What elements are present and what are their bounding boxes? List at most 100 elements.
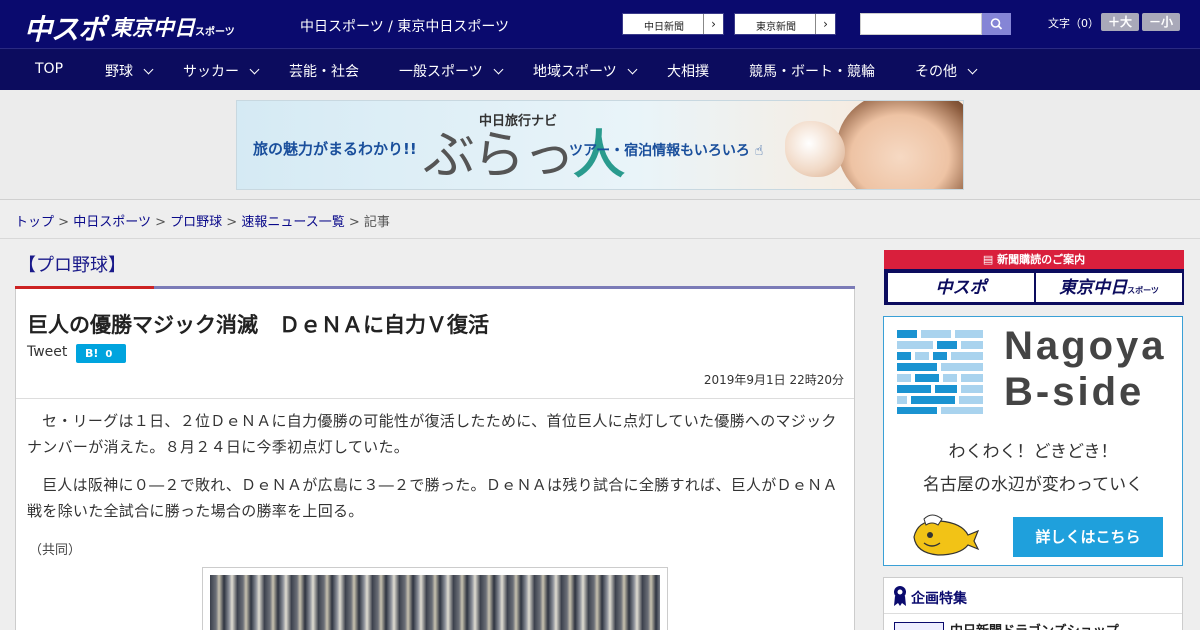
nav-other[interactable]: その他 bbox=[915, 61, 978, 81]
hatena-bookmark-button[interactable]: B! 0 bbox=[76, 344, 126, 363]
subscribe-chuspo-link[interactable]: 中スポ bbox=[888, 273, 1034, 302]
nagoya-copy-1: わくわく！どきどき！ bbox=[948, 442, 1118, 462]
ext-link-label: 中日新聞 bbox=[644, 22, 684, 33]
feature-item-dragons-shop[interactable]: 中日新聞ドラゴンズショップ bbox=[950, 620, 1119, 630]
nav-label: 競馬・ボート・競輪 bbox=[749, 64, 875, 80]
chuspo-logo[interactable]: 中スポ bbox=[24, 8, 106, 48]
feature-box: 企画特集 中日新聞ドラゴンズショップ bbox=[883, 577, 1183, 630]
article-credit: （共同） bbox=[29, 543, 82, 558]
nav-label: 野球 bbox=[105, 64, 133, 80]
tokyo-logo-text: 東京中日 bbox=[111, 17, 195, 40]
banner-left-copy: 旅の魅力がまるわかり!! bbox=[253, 140, 417, 158]
article-divider bbox=[16, 398, 854, 399]
travel-ad-banner[interactable]: 旅の魅力がまるわかり!! 中日旅行ナビ ぶらっ人 ツアー・宿泊情報もいろいろ ☝ bbox=[236, 100, 964, 190]
subscription-header: ▤ 新聞購読のご案内 bbox=[884, 250, 1184, 269]
breadcrumb-news-list[interactable]: 速報ニュース一覧 bbox=[241, 215, 344, 230]
search-input[interactable] bbox=[860, 13, 982, 35]
nav-label: 一般スポーツ bbox=[399, 64, 483, 80]
breadcrumb-chunichi-sports[interactable]: 中日スポーツ bbox=[73, 215, 151, 230]
chevron-down-icon bbox=[627, 64, 638, 75]
chevron-right-icon: › bbox=[815, 14, 835, 34]
nav-label: その他 bbox=[915, 64, 957, 80]
pointing-hand-icon: ☝ bbox=[754, 143, 764, 159]
nav-entertainment[interactable]: 芸能・社会 bbox=[289, 61, 359, 81]
ext-link-label: 東京新聞 bbox=[756, 22, 796, 33]
hatena-count: 0 bbox=[105, 349, 113, 360]
banner-logo-kana: ぶらっ bbox=[423, 126, 575, 186]
site-header: 中スポ 東京中日スポーツ 中日スポーツ / 東京中日スポーツ 中日新聞 › 東京… bbox=[0, 0, 1200, 48]
breadcrumb-separator: > bbox=[58, 215, 70, 230]
text-bigger-button[interactable]: ＋大 bbox=[1101, 13, 1139, 31]
nagoya-title-line1: Nagoya bbox=[1004, 324, 1167, 368]
nagoya-bside-title: Nagoya B-side bbox=[1004, 323, 1167, 415]
subscription-box: ▤ 新聞購読のご案内 中スポ 東京中日スポーツ bbox=[884, 250, 1184, 305]
chunichi-shimbun-link[interactable]: 中日新聞 › bbox=[622, 13, 724, 35]
tokyo-shimbun-link[interactable]: 東京新聞 › bbox=[734, 13, 836, 35]
brick-grid-icon bbox=[897, 330, 983, 414]
newspaper-icon: ▤ bbox=[982, 253, 994, 266]
sub-logo-text: 東京中日 bbox=[1059, 278, 1128, 297]
nav-general-sports[interactable]: 一般スポーツ bbox=[399, 61, 504, 81]
nav-label: 地域スポーツ bbox=[533, 64, 617, 80]
text-size-label: 文字（0） bbox=[1048, 17, 1099, 30]
chevron-down-icon bbox=[967, 64, 978, 75]
search-button[interactable] bbox=[982, 13, 1011, 35]
article-photo-frame bbox=[202, 567, 668, 630]
chevron-down-icon bbox=[249, 64, 260, 75]
article-top-line bbox=[154, 286, 855, 289]
main-nav: TOP 野球 サッカー 芸能・社会 一般スポーツ 地域スポーツ 大相撲 競馬・ボ… bbox=[0, 48, 1200, 90]
tokyo-logo-sub: スポーツ bbox=[195, 27, 235, 38]
breadcrumb-current: 記事 bbox=[363, 215, 390, 230]
nav-racing[interactable]: 競馬・ボート・競輪 bbox=[749, 61, 875, 81]
banner-right-copy: ツアー・宿泊情報もいろいろ ☝ bbox=[569, 140, 763, 160]
nagoya-bside-ad[interactable]: Nagoya B-side わくわく！どきどき！ 名古屋の水辺が変わっていく 詳し… bbox=[883, 316, 1183, 566]
breadcrumb: トップ > 中日スポーツ > プロ野球 > 速報ニュース一覧 > 記事 bbox=[15, 211, 390, 230]
breadcrumb-top[interactable]: トップ bbox=[15, 215, 54, 230]
subscribe-tokyo-chunichi-link[interactable]: 東京中日スポーツ bbox=[1036, 273, 1182, 302]
nav-label: サッカー bbox=[183, 64, 239, 80]
hatena-icon: B! bbox=[85, 347, 99, 360]
search-icon bbox=[990, 18, 1003, 30]
banner-right-text: ツアー・宿泊情報もいろいろ bbox=[569, 143, 750, 159]
text-smaller-button[interactable]: －小 bbox=[1142, 13, 1180, 31]
shrimp-mascot-icon bbox=[913, 514, 980, 556]
chevron-down-icon bbox=[493, 64, 504, 75]
nav-regional-sports[interactable]: 地域スポーツ bbox=[533, 61, 638, 81]
feature-title: 企画特集 bbox=[911, 591, 967, 607]
breadcrumb-separator: > bbox=[348, 215, 360, 230]
article-photo[interactable] bbox=[210, 575, 660, 630]
article-date: 2019年9月1日 22時20分 bbox=[703, 373, 844, 387]
chevron-right-icon: › bbox=[703, 14, 723, 34]
shell-image bbox=[785, 121, 845, 177]
article-top-accent bbox=[15, 286, 154, 289]
nagoya-details-button[interactable]: 詳しくはこちら bbox=[1013, 517, 1163, 557]
feature-header: 企画特集 bbox=[884, 578, 1182, 614]
nav-baseball[interactable]: 野球 bbox=[105, 61, 154, 81]
breadcrumb-separator: > bbox=[155, 215, 166, 230]
site-name: 中日スポーツ / 東京中日スポーツ bbox=[300, 19, 510, 35]
article-headline: 巨人の優勝マジック消滅 ＤｅＮＡに自力Ｖ復活 bbox=[27, 313, 489, 337]
nav-top[interactable]: TOP bbox=[35, 61, 63, 77]
nav-label: TOP bbox=[35, 61, 64, 77]
feature-thumbnail[interactable] bbox=[894, 622, 944, 630]
article-card: 巨人の優勝マジック消滅 ＤｅＮＡに自力Ｖ復活 Tweet B! 0 2019年9月… bbox=[15, 286, 855, 630]
nav-sumo[interactable]: 大相撲 bbox=[667, 61, 709, 81]
model-photo bbox=[837, 101, 963, 189]
nav-label: 大相撲 bbox=[667, 64, 709, 80]
breadcrumb-divider bbox=[0, 238, 1200, 239]
nagoya-title-line2: B-side bbox=[1004, 370, 1145, 414]
nagoya-copy-2: 名古屋の水辺が変わっていく bbox=[922, 475, 1144, 495]
breadcrumb-separator: > bbox=[226, 215, 238, 230]
article-category: 【プロ野球】 bbox=[18, 255, 126, 276]
breadcrumb-pro-baseball[interactable]: プロ野球 bbox=[170, 215, 222, 230]
article-paragraph: 巨人は阪神に０―２で敗れ、ＤｅＮＡが広島に３―２で勝った。ＤｅＮＡは残り試合に全… bbox=[27, 476, 838, 520]
chevron-down-icon bbox=[143, 64, 154, 75]
tokyo-chunichi-logo[interactable]: 東京中日スポーツ bbox=[111, 12, 235, 42]
ribbon-icon bbox=[894, 586, 906, 606]
sub-logo-sub: スポーツ bbox=[1127, 286, 1159, 295]
nav-soccer[interactable]: サッカー bbox=[183, 61, 260, 81]
article-paragraph: セ・リーグは１日、２位ＤｅＮＡに自力優勝の可能性が復活したために、首位巨人に点灯… bbox=[27, 412, 837, 456]
nav-label: 芸能・社会 bbox=[289, 64, 359, 80]
tweet-button[interactable]: Tweet bbox=[27, 344, 67, 360]
banner-area: 旅の魅力がまるわかり!! 中日旅行ナビ ぶらっ人 ツアー・宿泊情報もいろいろ ☝ bbox=[0, 90, 1200, 200]
